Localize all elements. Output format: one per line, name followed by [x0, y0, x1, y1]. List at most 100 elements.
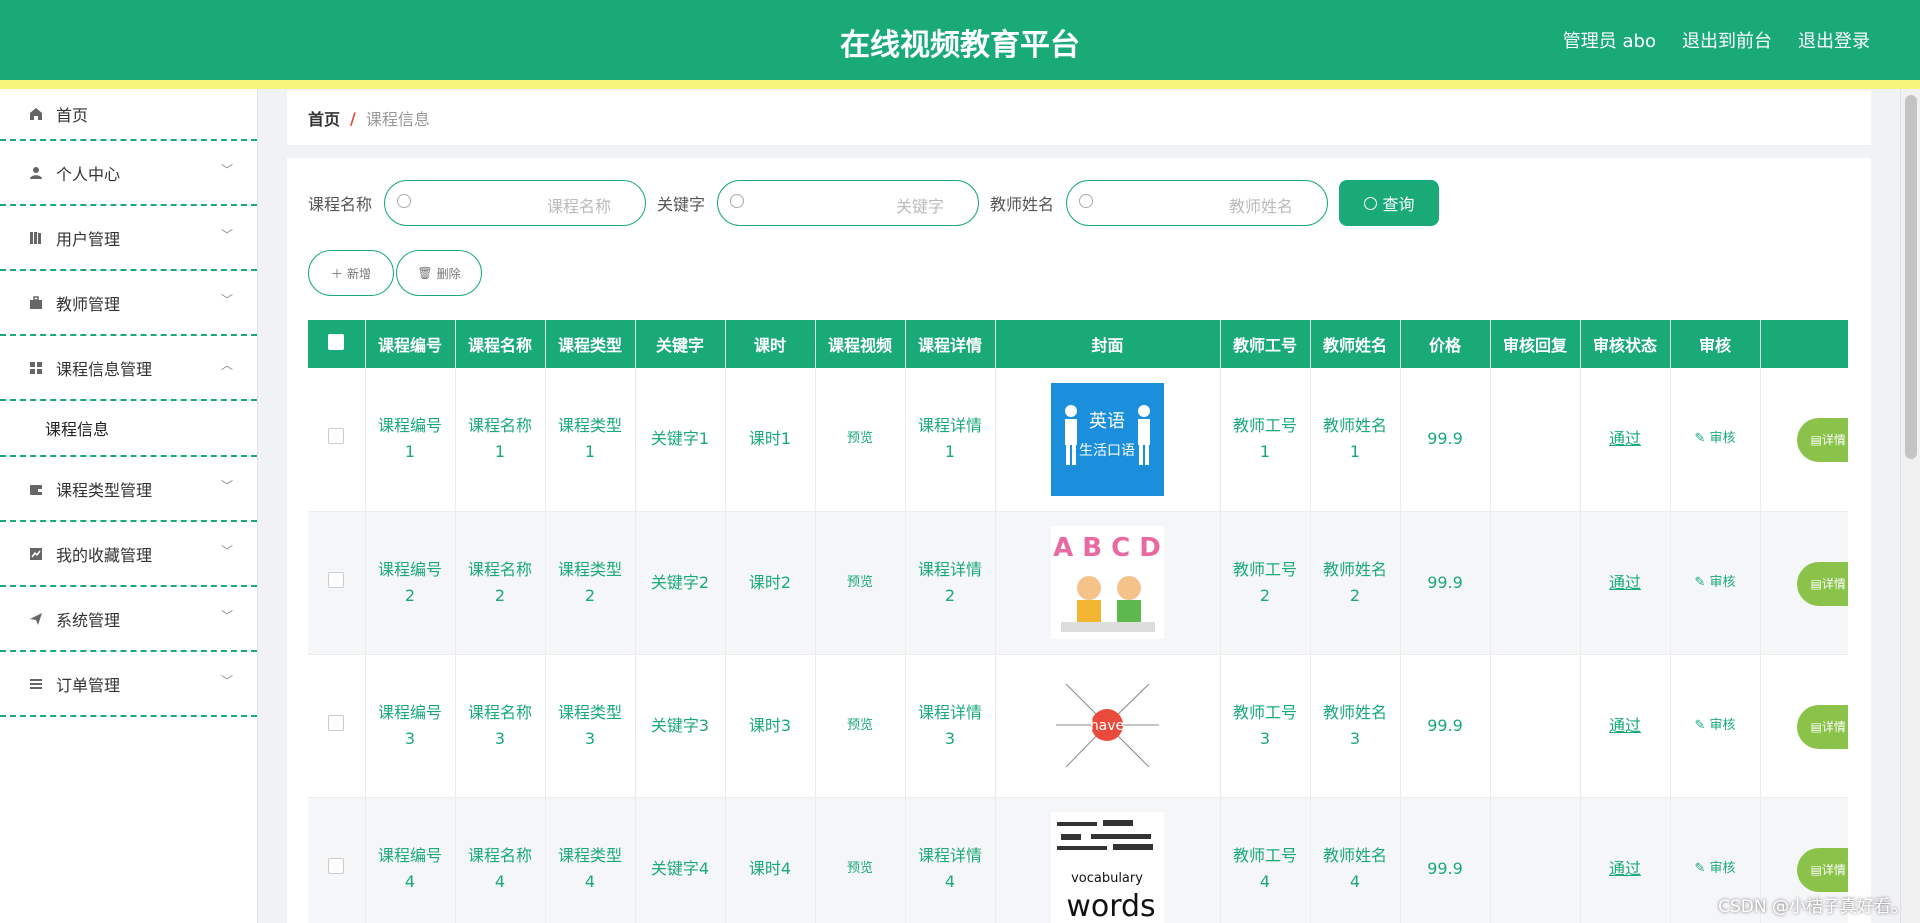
teacher-name-input[interactable]: 教师姓名	[1066, 180, 1329, 226]
price-cell: 99.9	[1400, 511, 1491, 655]
teacher-name-cell: 教师姓名 3	[1310, 654, 1401, 798]
detail-cell: ▤ 详情	[1760, 368, 1848, 512]
audit-button[interactable]: ✎ 审核	[1670, 368, 1761, 512]
cover-text: have	[1090, 718, 1124, 734]
preview-link[interactable]: 预览	[815, 511, 906, 655]
chevron-down-icon: ﹀	[220, 609, 233, 623]
preview-link[interactable]: 预览	[815, 797, 906, 923]
table-header-row: 课程编号 课程名称 课程类型 关键字 课时 课程视频 课程详情 封面 教师工号 …	[308, 320, 1848, 368]
col-header: 教师姓名	[1310, 320, 1401, 368]
audit-status-cell: 通过	[1580, 797, 1671, 923]
audit-status-link[interactable]: 通过	[1609, 716, 1641, 735]
detail-button[interactable]: ▤ 详情	[1796, 704, 1847, 749]
course-type-cell: 课程类型 2	[545, 511, 636, 655]
search-row: 课程名称 课程名称 关键字 关键字 教师姓名 教师姓名 查询	[308, 180, 1440, 226]
preview-link[interactable]: 预览	[815, 368, 906, 512]
course-name-cell: 课程名称 3	[455, 654, 546, 798]
sidebar-item-personal[interactable]: 个人中心 ﹀	[0, 141, 257, 206]
row-checkbox[interactable]	[328, 428, 345, 445]
audit-reply-cell	[1490, 654, 1581, 798]
course-detail-cell: 课程详情 3	[905, 654, 996, 798]
sidebar-item-label: 课程类型管理	[56, 480, 153, 500]
search-icon	[730, 194, 745, 208]
cover-text: words	[1066, 889, 1155, 923]
sidebar-item-label: 用户管理	[56, 229, 121, 249]
table-row: 课程编号 1 课程名称 1 课程类型 1 关键字1 课时1 预览 课程详情 1 英语 生活…	[308, 368, 1848, 512]
sidebar-item-favorites-mgmt[interactable]: 我的收藏管理 ﹀	[0, 522, 257, 587]
admin-label[interactable]: 管理员 abo	[1563, 27, 1656, 53]
table-row: 课程编号 3 课程名称 3 课程类型 3 关键字3 课时3 预览 课程详情 3 have…	[308, 654, 1848, 798]
sidebar-item-teachers[interactable]: 教师管理 ﹀	[0, 271, 257, 336]
top-bar: 在线视频教育平台 管理员 abo 退出到前台 退出登录	[0, 0, 1920, 80]
cover-cell: 英语 生活口语	[995, 368, 1221, 512]
sidebar-item-label: 系统管理	[56, 610, 121, 630]
col-header: 审核	[1670, 320, 1761, 368]
teacher-name-cell: 教师姓名 2	[1310, 511, 1401, 655]
sidebar-item-course-type-mgmt[interactable]: 课程类型管理 ﹀	[0, 457, 257, 522]
detail-button[interactable]: ▤ 详情	[1796, 561, 1847, 606]
edit-icon: ✎	[1694, 431, 1710, 447]
select-all-checkbox[interactable]	[328, 334, 345, 350]
detail-button[interactable]: ▤ 详情	[1796, 847, 1847, 892]
chevron-down-icon: ﹀	[220, 674, 233, 688]
main-panel: 课程名称 课程名称 关键字 关键字 教师姓名 教师姓名 查询 ＋ 新增 🗑 删除	[287, 158, 1871, 923]
preview-link[interactable]: 预览	[815, 654, 906, 798]
row-checkbox[interactable]	[328, 571, 345, 588]
audit-button[interactable]: ✎ 审核	[1670, 511, 1761, 655]
watermark: CSDN @小桔子真好看。	[1718, 897, 1908, 917]
sidebar-item-order-mgmt[interactable]: 订单管理 ﹀	[0, 652, 257, 717]
chevron-down-icon: ﹀	[220, 479, 233, 493]
teacher-no-cell: 教师工号 4	[1220, 797, 1311, 923]
breadcrumb-separator: /	[350, 108, 356, 128]
sidebar-item-label: 课程信息管理	[56, 359, 153, 379]
row-select-cell	[308, 797, 366, 923]
sidebar-item-system-mgmt[interactable]: 系统管理 ﹀	[0, 587, 257, 652]
delete-button[interactable]: 🗑 删除	[396, 250, 482, 296]
page-scrollbar[interactable]	[1900, 89, 1920, 923]
logout-link[interactable]: 退出登录	[1798, 27, 1870, 53]
header-links: 管理员 abo 退出到前台 退出登录	[1563, 27, 1870, 53]
audit-button[interactable]: ✎ 审核	[1670, 654, 1761, 798]
book-icon	[28, 230, 44, 246]
list-icon	[28, 676, 44, 692]
col-header-empty	[1760, 320, 1848, 368]
audit-status-link[interactable]: 通过	[1609, 573, 1641, 592]
back-to-front-link[interactable]: 退出到前台	[1682, 27, 1772, 53]
audit-status-cell: 通过	[1580, 368, 1671, 512]
col-header: 课程类型	[545, 320, 636, 368]
breadcrumb-home[interactable]: 首页	[308, 106, 340, 130]
detail-button[interactable]: ▤ 详情	[1796, 418, 1847, 462]
course-type-cell: 课程类型 3	[545, 654, 636, 798]
course-code-cell: 课程编号 1	[365, 368, 456, 512]
row-checkbox[interactable]	[328, 857, 345, 874]
audit-reply-cell	[1490, 368, 1581, 512]
document-icon: ▤	[1810, 719, 1822, 734]
wallet-icon	[28, 481, 44, 497]
grid-icon	[28, 360, 44, 376]
audit-status-link[interactable]: 通过	[1609, 429, 1641, 448]
chevron-down-icon: ﹀	[220, 163, 233, 177]
cover-text: 英语	[1089, 411, 1125, 432]
query-button[interactable]: 查询	[1339, 180, 1440, 226]
teacher-no-cell: 教师工号 3	[1220, 654, 1311, 798]
col-header: 审核状态	[1580, 320, 1671, 368]
document-icon: ▤	[1810, 576, 1822, 591]
course-name-input[interactable]: 课程名称	[384, 180, 647, 226]
sidebar-item-course-info-mgmt[interactable]: 课程信息管理 ︿	[0, 336, 257, 401]
row-select-cell	[308, 654, 366, 798]
keyword-cell: 关键字4	[635, 797, 726, 923]
scrollbar-thumb[interactable]	[1905, 95, 1917, 459]
audit-status-link[interactable]: 通过	[1609, 859, 1641, 878]
keyword-input[interactable]: 关键字	[717, 180, 980, 226]
row-checkbox[interactable]	[328, 714, 345, 731]
teacher-name-label: 教师姓名	[990, 195, 1055, 214]
col-header: 课程视频	[815, 320, 906, 368]
add-button[interactable]: ＋ 新增	[308, 250, 394, 296]
sidebar-item-users[interactable]: 用户管理 ﹀	[0, 206, 257, 271]
sidebar-item-home[interactable]: 首页	[0, 89, 257, 141]
course-name-label: 课程名称	[308, 195, 373, 214]
sidebar-subitem-course-info[interactable]: 课程信息	[0, 401, 257, 457]
teacher-no-cell: 教师工号 2	[1220, 511, 1311, 655]
col-header: 审核回复	[1490, 320, 1581, 368]
col-header: 封面	[995, 320, 1221, 368]
